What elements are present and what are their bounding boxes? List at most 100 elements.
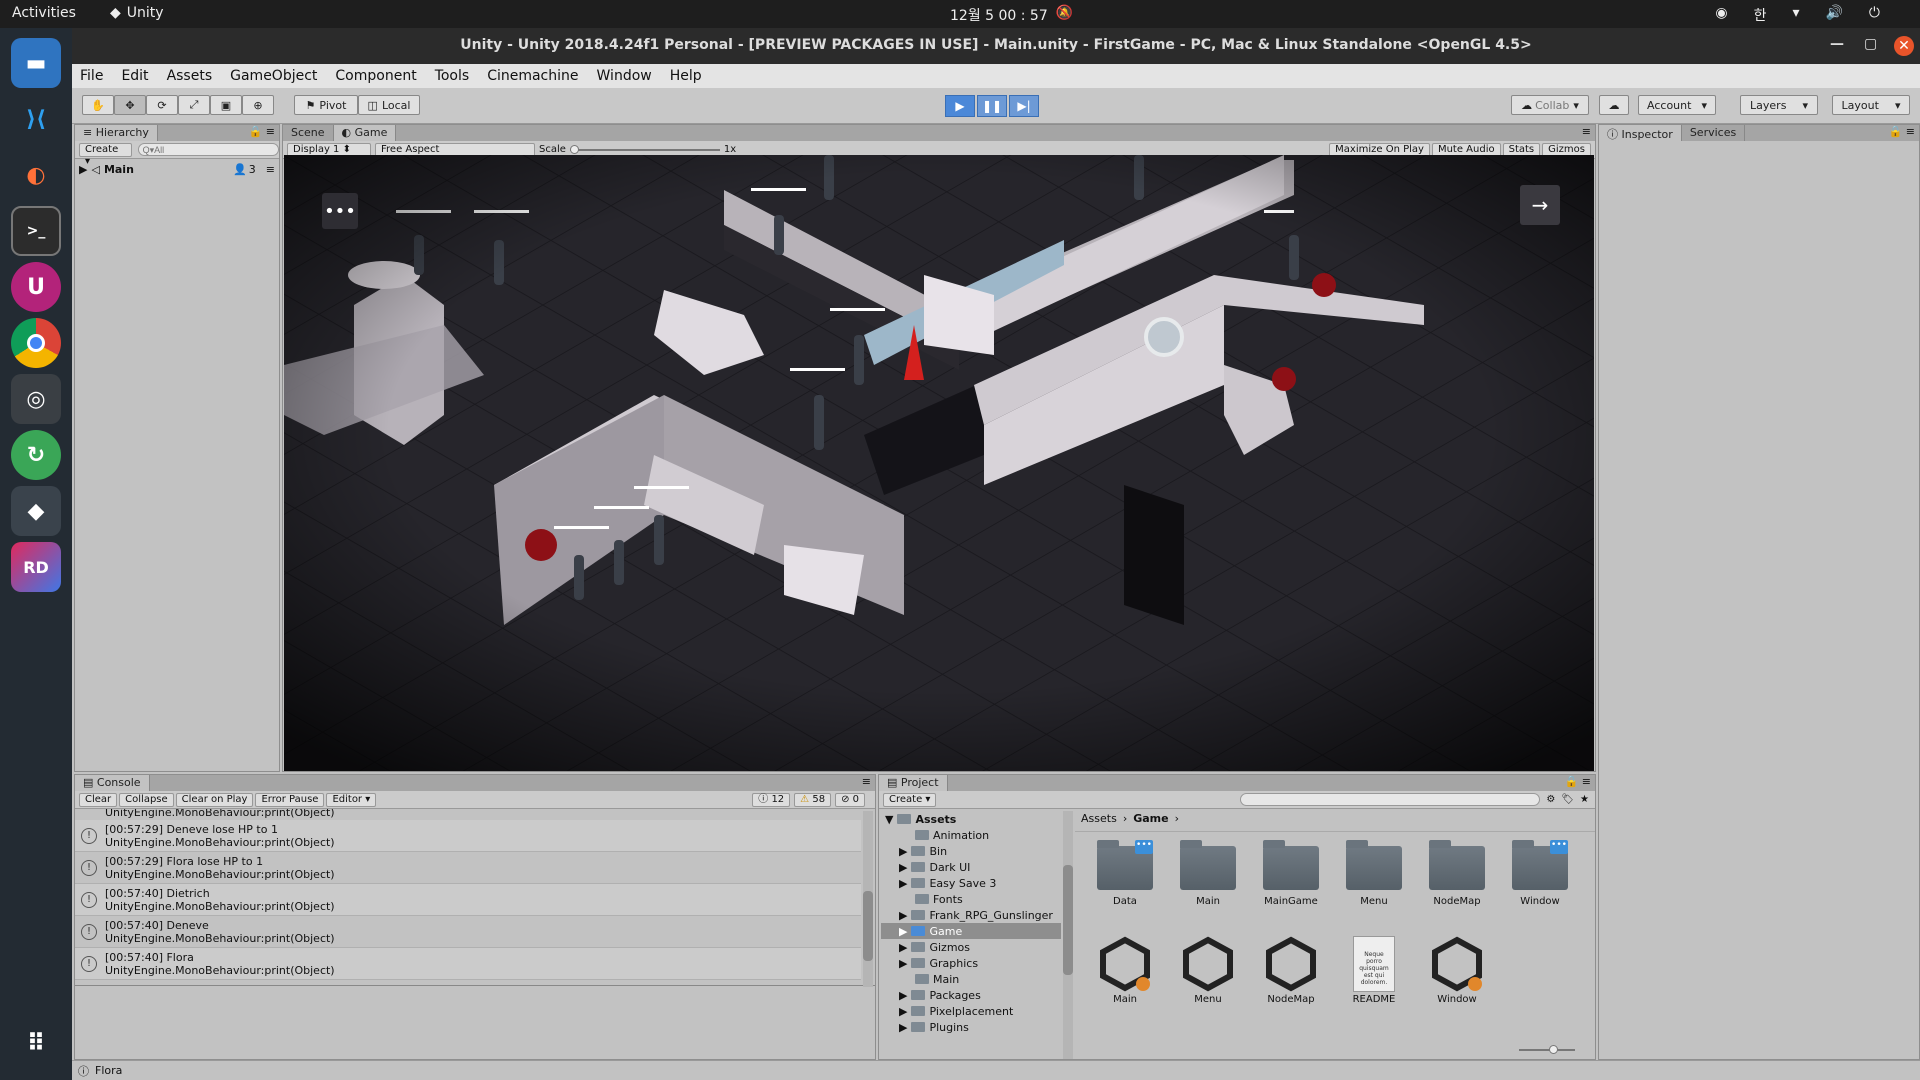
slider-thumb[interactable]	[1549, 1045, 1558, 1054]
asset-folder[interactable]: MainGame	[1256, 840, 1326, 907]
asset-folder[interactable]: Menu	[1339, 840, 1409, 907]
filter-type-icon[interactable]: ⚙	[1546, 794, 1555, 805]
info-filter-toggle[interactable]: ⓘ 12	[752, 792, 791, 807]
console-log-list[interactable]: UnityEngine.MonoBehaviour:print(Object) …	[75, 809, 861, 985]
system-tray[interactable]: ◉ 한 ▾ 🔊 ⏻	[1715, 5, 1880, 25]
menu-file[interactable]: File	[80, 68, 103, 84]
collapse-toggle[interactable]: Collapse	[119, 792, 174, 807]
project-search-input[interactable]	[1240, 793, 1541, 806]
asset-scene[interactable]: Menu	[1173, 936, 1243, 1005]
console-scrollbar[interactable]	[863, 811, 873, 987]
cloud-button[interactable]: ☁	[1599, 95, 1629, 115]
tree-item[interactable]: ▶ Packages	[881, 987, 1061, 1003]
tab-console[interactable]: ▤ Console	[75, 775, 150, 791]
tree-item[interactable]: ▶ Pixelplacement	[881, 1003, 1061, 1019]
asset-folder[interactable]: ••• Data	[1090, 840, 1160, 907]
tab-game[interactable]: ◐ Game	[333, 125, 397, 141]
activities-button[interactable]: Activities	[12, 5, 76, 21]
tab-project[interactable]: ▤ Project	[879, 775, 948, 791]
tree-item[interactable]: ▶ Bin	[881, 843, 1061, 859]
menu-window[interactable]: Window	[597, 68, 652, 84]
log-entry[interactable]: ! [00:57:40] Deneve UnityEngine.MonoBehavi…	[75, 916, 861, 948]
asset-scene[interactable]: Main	[1090, 936, 1160, 1005]
tab-hierarchy[interactable]: ≡ Hierarchy	[75, 125, 158, 141]
tree-item[interactable]: ▶ Dark UI	[881, 859, 1061, 875]
clock[interactable]: 12월 5 00 : 57 🔕	[950, 5, 1073, 25]
account-dropdown[interactable]: Account ▾	[1638, 95, 1716, 115]
log-entry[interactable]: ! [00:57:40] Flora UnityEngine.MonoBehavio…	[75, 948, 861, 980]
menu-edit[interactable]: Edit	[121, 68, 148, 84]
tree-item-selected[interactable]: ▶ Game	[881, 923, 1061, 939]
play-button[interactable]: ▶	[945, 95, 975, 117]
files-icon[interactable]: ▬	[11, 38, 61, 88]
vscode-icon[interactable]: ⟩⟨	[11, 94, 61, 144]
maximize-icon[interactable]: ▢	[1864, 36, 1877, 52]
game-next-button[interactable]: →	[1520, 185, 1560, 225]
tab-services[interactable]: Services	[1681, 125, 1746, 141]
item-menu-icon[interactable]: ≡	[266, 163, 275, 176]
menu-gameobject[interactable]: GameObject	[230, 68, 317, 84]
menu-cinemachine[interactable]: Cinemachine	[487, 68, 578, 84]
local-button[interactable]: ◫ Local	[358, 95, 420, 115]
asset-folder[interactable]: NodeMap	[1422, 840, 1492, 907]
tree-scrollbar[interactable]	[1063, 811, 1073, 1059]
layout-dropdown[interactable]: Layout ▾	[1832, 95, 1910, 115]
log-entry[interactable]: ! [00:57:29] Flora lose HP to 1 UnityEngin…	[75, 852, 861, 884]
filter-label-icon[interactable]: 🏷	[1561, 794, 1574, 805]
update-icon[interactable]: ↻	[11, 430, 61, 480]
clear-button[interactable]: Clear	[79, 792, 118, 807]
panel-menu-icon[interactable]: 🔒 ≡	[1565, 775, 1595, 791]
icon-size-slider[interactable]	[1519, 1045, 1575, 1054]
rider-icon[interactable]: RD	[11, 542, 61, 592]
breadcrumb-game[interactable]: Game	[1133, 812, 1168, 825]
tree-item[interactable]: ▶ Easy Save 3	[881, 875, 1061, 891]
scrollbar-thumb[interactable]	[863, 891, 873, 961]
tree-item[interactable]: ▶ Plugins	[881, 1019, 1061, 1035]
tree-item[interactable]: Animation	[881, 827, 1061, 843]
chrome-icon[interactable]	[11, 318, 61, 368]
scale-slider[interactable]	[569, 144, 720, 154]
create-dropdown[interactable]: Create ▾	[79, 142, 132, 167]
screenshot-icon[interactable]: ◎	[11, 374, 61, 424]
panel-menu-icon[interactable]: 🔒 ≡	[1889, 125, 1919, 141]
warning-filter-toggle[interactable]: ⚠ 58	[794, 792, 832, 807]
input-method-label[interactable]: 한	[1754, 5, 1767, 25]
game-view[interactable]: ••• →	[284, 155, 1594, 771]
scrollbar-thumb[interactable]	[1063, 865, 1073, 975]
app-menu[interactable]: ◆ Unity	[110, 5, 164, 21]
error-pause-toggle[interactable]: Error Pause	[255, 792, 325, 807]
rotate-tool-icon[interactable]: ⟳	[146, 95, 178, 115]
panel-menu-icon[interactable]: 🔒 ≡	[249, 125, 279, 141]
menu-tools[interactable]: Tools	[435, 68, 470, 84]
error-filter-toggle[interactable]: ⊘ 0	[835, 792, 865, 807]
tab-inspector[interactable]: ⓘ Inspector	[1599, 125, 1682, 141]
ubuntu-software-icon[interactable]: U	[11, 262, 61, 312]
collab-dropdown[interactable]: ☁ Collab ▾	[1511, 95, 1589, 115]
asset-scene[interactable]: NodeMap	[1256, 936, 1326, 1005]
menu-assets[interactable]: Assets	[167, 68, 213, 84]
menu-help[interactable]: Help	[670, 68, 702, 84]
project-folder-tree[interactable]: ▼ Assets Animation ▶ Bin ▶ Dark UI ▶ Easy Sa…	[881, 811, 1061, 1059]
hierarchy-search-input[interactable]	[137, 143, 279, 156]
rect-tool-icon[interactable]: ▣	[210, 95, 242, 115]
pivot-button[interactable]: ⚑ Pivot	[294, 95, 358, 115]
status-text[interactable]: Flora	[95, 1064, 122, 1077]
favorite-icon[interactable]: ★	[1580, 794, 1595, 805]
log-entry[interactable]: ! [00:57:40] Dietrich UnityEngine.MonoBeha…	[75, 884, 861, 916]
breadcrumb-assets[interactable]: Assets	[1081, 812, 1117, 825]
menu-component[interactable]: Component	[335, 68, 416, 84]
asset-scene[interactable]: Window	[1422, 936, 1492, 1005]
tree-item[interactable]: Fonts	[881, 891, 1061, 907]
tab-scene[interactable]: Scene	[283, 125, 334, 141]
tree-item[interactable]: Main	[881, 971, 1061, 987]
create-dropdown[interactable]: Create ▾	[883, 792, 937, 807]
asset-folder[interactable]: Main	[1173, 840, 1243, 907]
slider-thumb[interactable]	[569, 144, 579, 154]
panel-menu-icon[interactable]: ≡	[1582, 125, 1595, 141]
asset-text-file[interactable]: Neque porro quisquam est qui dolorem. REA…	[1339, 936, 1409, 1005]
editor-dropdown[interactable]: Editor ▾	[326, 792, 377, 807]
step-button[interactable]: ▶|	[1009, 95, 1039, 117]
scale-tool-icon[interactable]: ⤢	[178, 95, 210, 115]
unity-icon[interactable]: ◆	[11, 486, 61, 536]
tree-item-assets[interactable]: ▼ Assets	[881, 811, 1061, 827]
